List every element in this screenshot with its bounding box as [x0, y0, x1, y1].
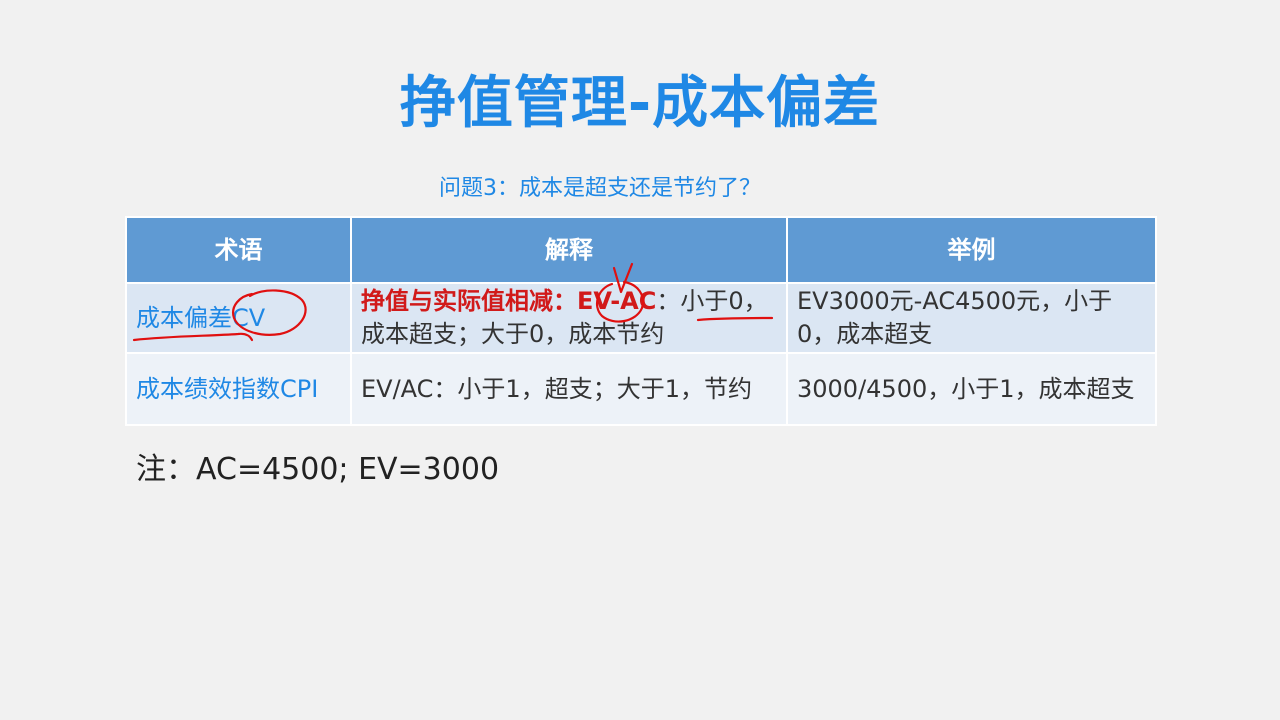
explanation-cell: EV/AC：小于1，超支；大于1，节约 [350, 352, 788, 426]
terms-table: 术语 解释 举例 成本偏差CV 挣值与实际值相减：EV-AC：小于0，成本超支；… [125, 216, 1157, 426]
explanation-highlight: 挣值与实际值相减：EV-AC [361, 287, 657, 315]
example-cell: EV3000元-AC4500元，小于0，成本超支 [786, 282, 1157, 354]
note-text: 注：AC=4500; EV=3000 [136, 452, 500, 487]
page-title: 挣值管理-成本偏差 [399, 71, 881, 136]
slide: 挣值管理-成本偏差 问题3：成本是超支还是节约了？ 术语 解释 举例 成本偏差C… [0, 0, 1280, 720]
example-cell: 3000/4500，小于1，成本超支 [786, 352, 1157, 426]
term-cell: 成本偏差CV [125, 282, 352, 354]
table-row: 成本绩效指数CPI EV/AC：小于1，超支；大于1，节约 3000/4500，… [125, 352, 1157, 426]
column-header-example: 举例 [786, 216, 1157, 284]
table-row: 成本偏差CV 挣值与实际值相减：EV-AC：小于0，成本超支；大于0，成本节约 … [125, 282, 1157, 354]
table-header-row: 术语 解释 举例 [125, 216, 1157, 284]
column-header-term: 术语 [125, 216, 352, 284]
explanation-cell: 挣值与实际值相减：EV-AC：小于0，成本超支；大于0，成本节约 [350, 282, 788, 354]
column-header-explanation: 解释 [350, 216, 788, 284]
question-text: 问题3：成本是超支还是节约了？ [439, 176, 761, 201]
term-cell: 成本绩效指数CPI [125, 352, 352, 426]
